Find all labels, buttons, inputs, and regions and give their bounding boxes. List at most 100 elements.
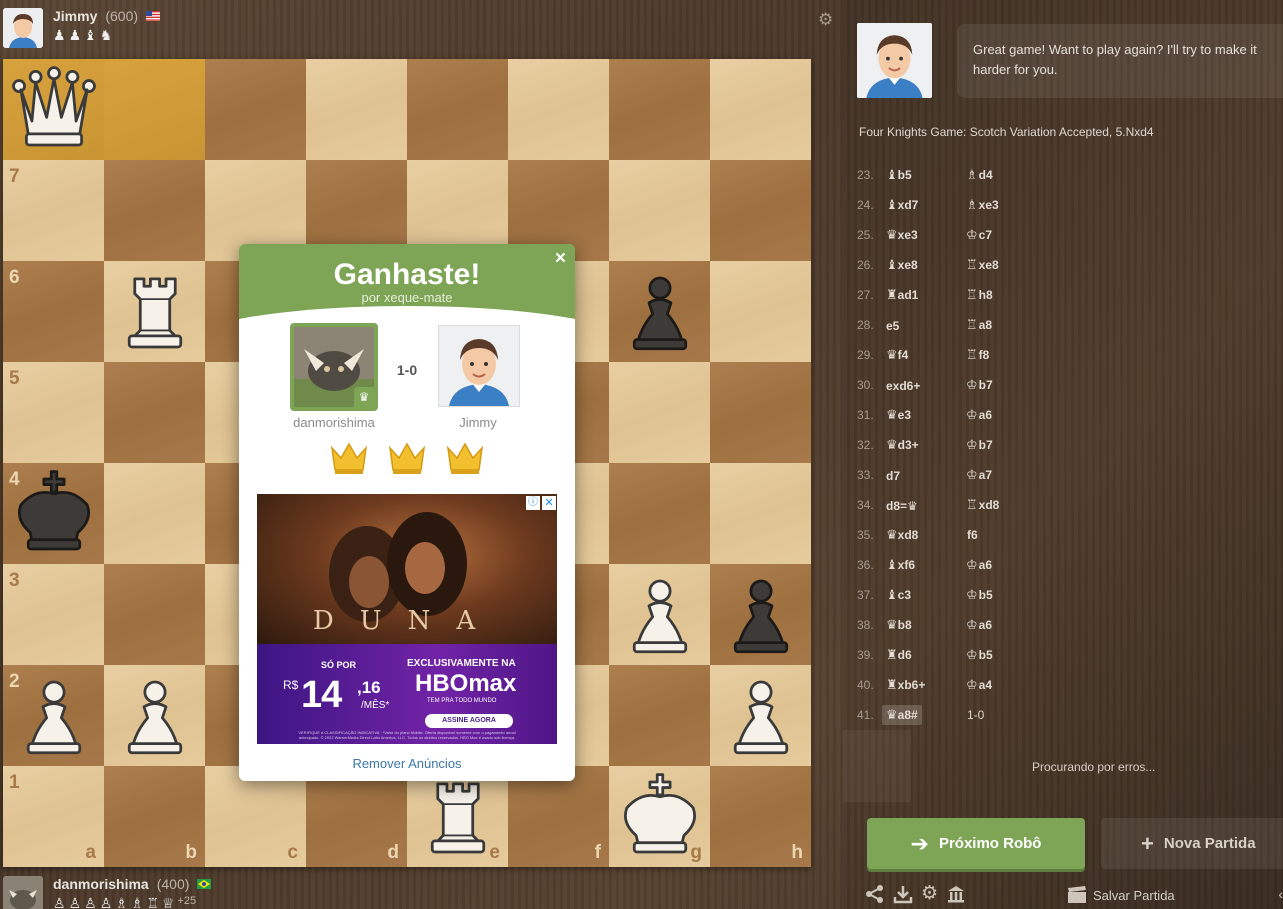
square-b7[interactable]: [104, 160, 205, 261]
black-move[interactable]: ♔ b5: [966, 587, 1056, 603]
white-move[interactable]: d8=♛: [886, 498, 966, 513]
white-move[interactable]: ♛f4: [886, 347, 966, 363]
black-move[interactable]: ♔ a6: [966, 557, 1056, 573]
collapse-arrow-icon[interactable]: ‹: [1278, 886, 1283, 902]
white-pawn-piece[interactable]: [104, 665, 205, 766]
advertisement[interactable]: DUNA SÓ POR R$ 14 ,16 /MÊS* EXCLUSIVAMEN…: [257, 494, 557, 744]
next-bot-button[interactable]: ➔ Próximo Robô: [867, 818, 1085, 869]
top-player-name[interactable]: Jimmy: [53, 8, 97, 24]
share-icon[interactable]: [865, 884, 885, 909]
white-move[interactable]: e5: [886, 318, 966, 333]
square-g2[interactable]: [609, 665, 710, 766]
white-pawn-piece[interactable]: [609, 564, 710, 665]
white-move[interactable]: ♝xf6: [886, 557, 966, 573]
white-move[interactable]: ♛b8: [886, 617, 966, 633]
white-queen-piece[interactable]: [3, 59, 104, 160]
black-move[interactable]: f6: [966, 528, 1056, 542]
white-move[interactable]: ♝xd7: [886, 197, 966, 213]
white-move[interactable]: ♛e3: [886, 407, 966, 423]
white-rook-piece[interactable]: [104, 261, 205, 362]
square-a1[interactable]: 1a: [3, 766, 104, 867]
square-h4[interactable]: [710, 463, 811, 564]
bottom-player-avatar[interactable]: [3, 876, 43, 909]
square-a6[interactable]: 6: [3, 261, 104, 362]
square-g6[interactable]: [609, 261, 710, 362]
black-move[interactable]: ♗ xe3: [966, 197, 1056, 213]
white-pawn-piece[interactable]: [710, 665, 811, 766]
square-f1[interactable]: f: [508, 766, 609, 867]
ad-close-icon[interactable]: ✕: [542, 496, 556, 510]
square-g1[interactable]: g: [609, 766, 710, 867]
square-a8[interactable]: [3, 59, 104, 160]
square-b2[interactable]: [104, 665, 205, 766]
square-h2[interactable]: [710, 665, 811, 766]
square-h1[interactable]: h: [710, 766, 811, 867]
download-icon[interactable]: [893, 884, 913, 909]
black-pawn-piece[interactable]: [609, 261, 710, 362]
black-move[interactable]: ♖ h8: [966, 287, 1056, 303]
new-game-button[interactable]: + Nova Partida: [1101, 818, 1283, 869]
white-move[interactable]: ♜d6: [886, 647, 966, 663]
white-move[interactable]: ♜xb6+: [886, 677, 966, 693]
board-settings-gear-icon[interactable]: ⚙: [818, 10, 833, 30]
square-b6[interactable]: [104, 261, 205, 362]
black-move[interactable]: ♔ b7: [966, 377, 1056, 393]
remove-ads-link[interactable]: Remover Anúncios: [239, 756, 575, 771]
square-e1[interactable]: e: [407, 766, 508, 867]
black-move[interactable]: ♖ xe8: [966, 257, 1056, 273]
square-c8[interactable]: [205, 59, 306, 160]
square-c1[interactable]: c: [205, 766, 306, 867]
black-pawn-piece[interactable]: [710, 564, 811, 665]
square-g4[interactable]: [609, 463, 710, 564]
square-h8[interactable]: [710, 59, 811, 160]
square-b5[interactable]: [104, 362, 205, 463]
ad-info-icon[interactable]: ⓘ: [526, 496, 540, 510]
white-move[interactable]: d7: [886, 468, 966, 483]
white-king-piece[interactable]: [609, 766, 710, 867]
gear-icon[interactable]: ⚙: [921, 884, 938, 909]
white-move[interactable]: ♜ad1: [886, 287, 966, 303]
black-move[interactable]: ♔ a6: [966, 617, 1056, 633]
opening-name[interactable]: Four Knights Game: Scotch Variation Acce…: [859, 125, 1154, 139]
square-g7[interactable]: [609, 160, 710, 261]
black-move[interactable]: ♗ d4: [966, 167, 1056, 183]
square-h5[interactable]: [710, 362, 811, 463]
square-a5[interactable]: 5: [3, 362, 104, 463]
white-move[interactable]: ♛a8#: [882, 705, 966, 725]
black-king-piece[interactable]: [3, 463, 104, 564]
square-g5[interactable]: [609, 362, 710, 463]
ad-subscribe-button[interactable]: ASSINE AGORA: [425, 714, 513, 728]
bottom-player-name[interactable]: danmorishima: [53, 876, 149, 892]
black-move[interactable]: ♔ b7: [966, 437, 1056, 453]
square-g8[interactable]: [609, 59, 710, 160]
square-g3[interactable]: [609, 564, 710, 665]
square-b3[interactable]: [104, 564, 205, 665]
square-f8[interactable]: [508, 59, 609, 160]
square-a3[interactable]: 3: [3, 564, 104, 665]
black-move[interactable]: ♔ a4: [966, 677, 1056, 693]
square-a2[interactable]: 2: [3, 665, 104, 766]
black-move[interactable]: ♔ b5: [966, 647, 1056, 663]
black-move[interactable]: ♔ c7: [966, 227, 1056, 243]
white-move[interactable]: exd6+: [886, 378, 966, 393]
white-move[interactable]: ♝c3: [886, 587, 966, 603]
top-player-avatar[interactable]: [3, 8, 43, 48]
save-game-button[interactable]: Salvar Partida: [1067, 886, 1175, 904]
square-e8[interactable]: [407, 59, 508, 160]
black-move[interactable]: ♖ a8: [966, 317, 1056, 333]
analysis-icon[interactable]: [946, 884, 966, 909]
black-move[interactable]: ♖ xd8: [966, 497, 1056, 513]
black-move[interactable]: ♔ a7: [966, 467, 1056, 483]
square-a4[interactable]: 4: [3, 463, 104, 564]
square-h3[interactable]: [710, 564, 811, 665]
square-h6[interactable]: [710, 261, 811, 362]
white-pawn-piece[interactable]: [3, 665, 104, 766]
winner-avatar[interactable]: ♛: [290, 323, 378, 411]
square-d1[interactable]: d: [306, 766, 407, 867]
white-move[interactable]: ♛xe3: [886, 227, 966, 243]
white-move[interactable]: ♛xd8: [886, 527, 966, 543]
white-move[interactable]: ♝xe8: [886, 257, 966, 273]
square-a7[interactable]: 7: [3, 160, 104, 261]
white-rook-piece[interactable]: [407, 766, 508, 867]
black-move[interactable]: ♔ a6: [966, 407, 1056, 423]
